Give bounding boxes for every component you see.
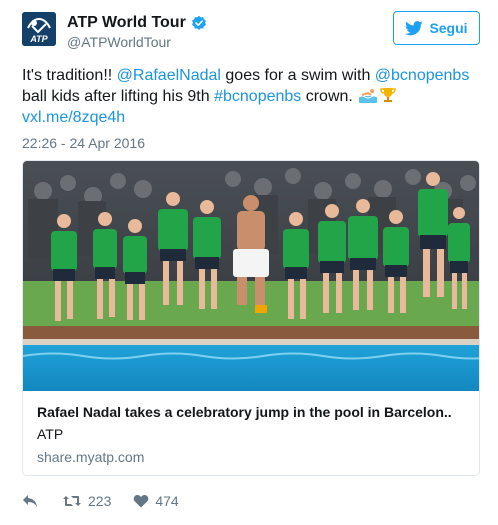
trophy-icon [379,87,397,103]
tweet-text-segment: goes for a swim with [220,67,375,84]
tweet-card: ATP ATP World Tour @ATPWorldTour Segui I… [0,0,498,525]
mention-rafaelnadal-link[interactable]: @RafaelNadal [117,67,221,84]
short-link[interactable]: vxl.me/8zqe4h [22,109,125,126]
like-button[interactable]: 474 [133,493,179,509]
retweet-icon [63,496,81,506]
atp-logo-avatar[interactable]: ATP [22,12,56,46]
retweet-button[interactable]: 223 [62,493,111,509]
follow-button[interactable]: Segui [393,11,480,45]
tweet-text-segment: crown. [301,88,358,105]
twitter-bird-icon [405,20,424,35]
card-domain: share.myatp.com [37,449,145,465]
ball-kids-pool-jump-photo [23,161,479,391]
swimmer-icon [359,87,378,103]
verified-badge-icon [191,15,207,31]
card-title[interactable]: Rafael Nadal takes a celebratory jump in… [37,404,469,420]
name-row: ATP World Tour [67,14,207,32]
display-name[interactable]: ATP World Tour [67,14,186,32]
account-handle[interactable]: @ATPWorldTour [67,34,171,50]
link-card[interactable]: Rafael Nadal takes a celebratory jump in… [22,160,480,476]
atp-logo-icon: ATP [22,12,56,46]
hashtag-bcnopenbs-link[interactable]: #bcnopenbs [214,88,301,105]
tweet-text-segment: It's tradition!! [22,67,117,84]
reply-button[interactable] [22,494,42,508]
svg-text:ATP: ATP [29,34,48,44]
retweet-count: 223 [88,493,112,509]
like-count: 474 [155,493,179,509]
tweet-timestamp[interactable]: 22:26 - 24 Apr 2016 [22,135,145,151]
mention-bcnopenbs-link[interactable]: @bcnopenbs [375,67,470,84]
heart-icon [134,494,149,508]
tweet-actions: 223 474 [22,490,179,512]
tweet-text-segment: ball kids after lifting his 9th [22,88,215,105]
reply-icon [23,495,37,507]
card-description: ATP [37,426,64,442]
follow-button-label: Segui [429,20,468,36]
tweet-text: It's tradition!! @RafaelNadal goes for a… [22,65,482,128]
